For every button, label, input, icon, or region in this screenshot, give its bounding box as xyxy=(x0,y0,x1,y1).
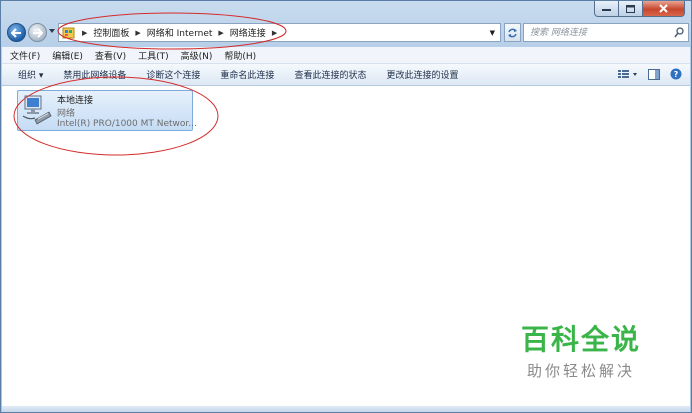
change-view-button[interactable] xyxy=(618,69,638,79)
disable-device-button[interactable]: 禁用此网络设备 xyxy=(63,68,126,81)
address-bar[interactable]: ▶ 控制面板 ▶ 网络和 Internet ▶ 网络连接 ▶ ▼ xyxy=(58,23,501,42)
network-adapter-icon xyxy=(22,95,52,125)
search-input[interactable] xyxy=(528,26,672,39)
menu-help[interactable]: 帮助(H) xyxy=(224,49,256,62)
diagnose-connection-button[interactable]: 诊断这个连接 xyxy=(146,68,200,81)
close-icon xyxy=(659,4,668,13)
svg-text:?: ? xyxy=(674,70,679,79)
forward-button[interactable] xyxy=(28,23,47,42)
close-button[interactable] xyxy=(643,1,685,17)
preview-pane-icon xyxy=(648,68,660,80)
back-button[interactable] xyxy=(7,23,26,42)
breadcrumb-arrow-icon[interactable]: ▶ xyxy=(218,29,223,37)
connection-item-local[interactable]: 本地连接 网络 Intel(R) PRO/1000 MT Networ... xyxy=(17,90,197,131)
view-status-button[interactable]: 查看此连接的状态 xyxy=(294,68,366,81)
breadcrumb-arrow-icon[interactable]: ▶ xyxy=(82,29,87,37)
menu-view[interactable]: 查看(V) xyxy=(95,49,126,62)
breadcrumb-arrow-icon[interactable]: ▶ xyxy=(272,29,277,37)
address-row: ▶ 控制面板 ▶ 网络和 Internet ▶ 网络连接 ▶ ▼ xyxy=(5,22,689,44)
menu-advanced[interactable]: 高级(N) xyxy=(181,49,213,62)
watermark-title: 百科全说 xyxy=(520,323,641,356)
refresh-button[interactable] xyxy=(504,23,521,42)
maximize-icon xyxy=(626,4,635,13)
forward-arrow-icon xyxy=(33,27,43,38)
search-box[interactable] xyxy=(523,23,689,42)
breadcrumb-control-panel[interactable]: 控制面板 xyxy=(93,26,129,39)
preview-pane-button[interactable] xyxy=(648,68,660,80)
maximize-button[interactable] xyxy=(619,1,643,17)
connection-name: 本地连接 xyxy=(57,96,94,106)
connection-type: 网络 xyxy=(57,109,76,119)
back-arrow-icon xyxy=(11,27,21,38)
command-bar-right: ? xyxy=(608,68,682,80)
breadcrumb-arrow-icon[interactable]: ▶ xyxy=(135,29,140,37)
minimize-icon xyxy=(602,8,611,11)
rename-connection-button[interactable]: 重命名此连接 xyxy=(220,68,274,81)
menu-bar: 文件(F) 编辑(E) 查看(V) 工具(T) 高级(N) 帮助(H) xyxy=(2,47,690,64)
change-settings-button[interactable]: 更改此连接的设置 xyxy=(386,68,458,81)
explorer-window: ▶ 控制面板 ▶ 网络和 Internet ▶ 网络连接 ▶ ▼ 搜索 网络连接… xyxy=(0,0,692,413)
refresh-icon xyxy=(508,28,517,37)
help-icon: ? xyxy=(670,68,682,80)
command-bar: 组织 ▾ 禁用此网络设备 诊断这个连接 重命名此连接 查看此连接的状态 更改此连… xyxy=(2,64,690,86)
caption-buttons xyxy=(594,1,685,17)
control-panel-icon xyxy=(62,27,75,38)
breadcrumb-network-connections[interactable]: 网络连接 xyxy=(230,26,266,39)
breadcrumb: ▶ 控制面板 ▶ 网络和 Internet ▶ 网络连接 ▶ xyxy=(76,24,283,41)
menu-file[interactable]: 文件(F) xyxy=(10,49,40,62)
watermark-subtitle: 助你轻松解决 xyxy=(526,362,635,380)
connection-device: Intel(R) PRO/1000 MT Networ... xyxy=(57,119,197,129)
minimize-button[interactable] xyxy=(594,1,619,17)
menu-edit[interactable]: 编辑(E) xyxy=(52,49,83,62)
watermark: 百科全说 助你轻松解决 xyxy=(495,306,667,389)
recent-pages-dropdown-icon[interactable] xyxy=(49,29,55,33)
search-icon[interactable] xyxy=(674,27,684,38)
breadcrumb-network-internet[interactable]: 网络和 Internet xyxy=(147,26,213,39)
address-dropdown-icon[interactable]: ▼ xyxy=(490,29,495,37)
organize-button[interactable]: 组织 ▾ xyxy=(18,68,43,81)
menu-tools[interactable]: 工具(T) xyxy=(138,49,169,62)
change-view-icon xyxy=(618,70,637,78)
file-list-pane[interactable]: 本地连接 网络 Intel(R) PRO/1000 MT Networ... 百… xyxy=(2,86,690,406)
help-button[interactable]: ? xyxy=(670,68,682,80)
status-bar xyxy=(2,406,690,412)
